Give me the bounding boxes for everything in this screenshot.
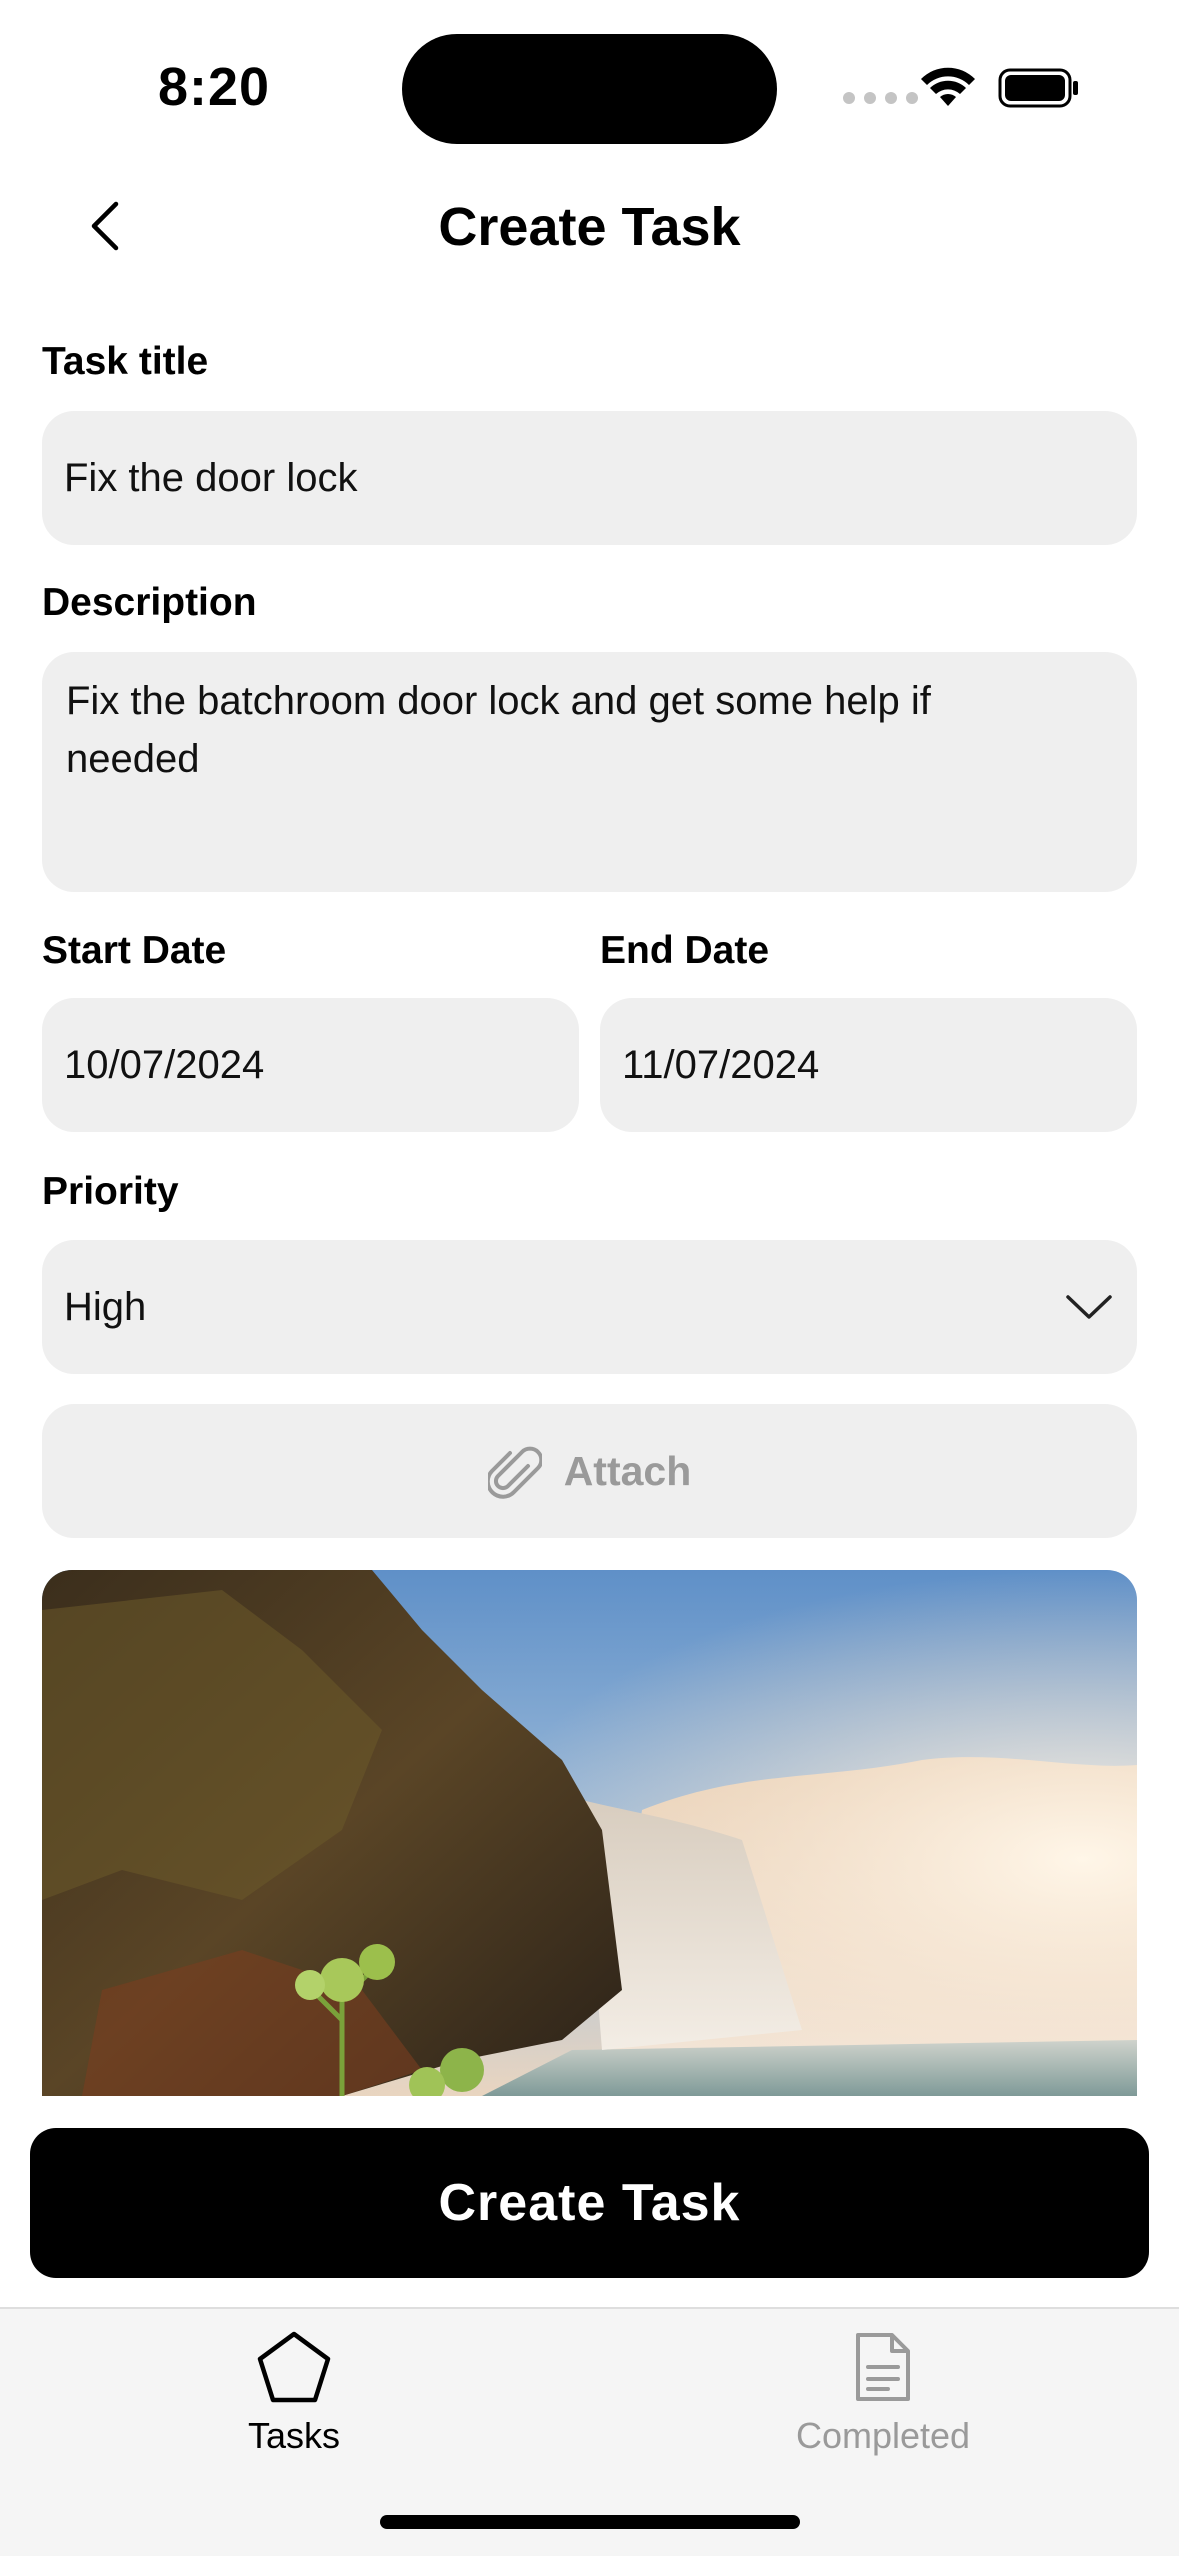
paperclip-icon	[487, 1446, 542, 1499]
wifi-icon	[921, 67, 975, 106]
pentagon-icon	[257, 2331, 331, 2403]
tab-tasks[interactable]: Tasks	[144, 2329, 444, 2457]
start-date-input[interactable]: 10/07/2024	[42, 998, 579, 1132]
home-indicator	[380, 2515, 800, 2529]
attachment-image	[42, 1570, 1137, 2096]
end-date-label: End Date	[600, 929, 770, 972]
attach-button[interactable]: Attach	[42, 1404, 1137, 1538]
start-date-value: 10/07/2024	[64, 1042, 265, 1087]
priority-value: High	[64, 1284, 147, 1329]
tab-tasks-label: Tasks	[247, 2415, 341, 2456]
attach-label: Attach	[563, 1447, 692, 1494]
priority-label: Priority	[42, 1170, 179, 1213]
task-title-value: Fix the door lock	[64, 455, 358, 500]
description-value: Fix the batchroom door lock and get some…	[66, 679, 931, 781]
description-input[interactable]: Fix the batchroom door lock and get some…	[42, 652, 1137, 892]
status-time: 8:20	[158, 57, 271, 117]
description-label: Description	[42, 581, 257, 624]
tab-completed[interactable]: Completed	[733, 2329, 1033, 2457]
waterfall-photo	[42, 1570, 1137, 2096]
tab-completed-label: Completed	[795, 2415, 971, 2456]
page-title: Create Task	[438, 197, 741, 257]
chevron-down-icon	[1066, 1295, 1112, 1319]
cellular-signal-icon	[843, 92, 918, 104]
end-date-input[interactable]: 11/07/2024	[600, 998, 1137, 1132]
task-title-input[interactable]: Fix the door lock	[42, 411, 1137, 545]
task-title-label: Task title	[42, 340, 209, 383]
document-icon	[856, 2333, 910, 2401]
dynamic-island	[402, 34, 777, 144]
create-task-button[interactable]: Create Task	[30, 2128, 1149, 2278]
start-date-label: Start Date	[42, 929, 227, 972]
priority-select[interactable]: High	[42, 1240, 1137, 1374]
end-date-value: 11/07/2024	[622, 1042, 820, 1087]
battery-icon	[998, 68, 1078, 108]
